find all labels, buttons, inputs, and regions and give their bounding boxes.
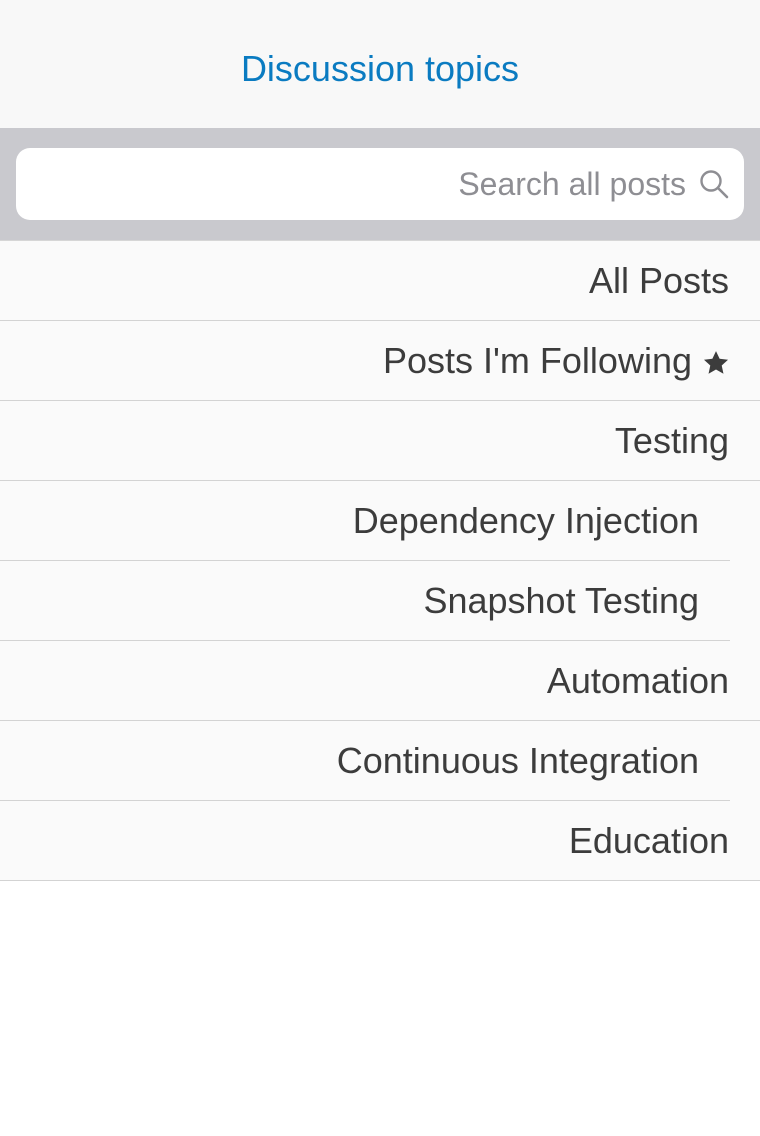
topic-label: All Posts xyxy=(588,260,729,301)
search-field[interactable] xyxy=(16,148,744,220)
search-bar xyxy=(0,128,760,240)
discussion-topics-screen: Discussion topics All Posts Posts I'm Fo… xyxy=(0,0,760,1136)
topic-label: Posts I'm Following xyxy=(383,340,692,381)
topic-list: All Posts Posts I'm Following Testing De… xyxy=(0,240,760,881)
topic-row-automation[interactable]: Automation xyxy=(0,641,760,721)
topic-label: Education xyxy=(568,820,729,861)
topic-row-continuous-integration[interactable]: Continuous Integration xyxy=(0,721,760,801)
topic-label: Dependency Injection xyxy=(352,500,699,541)
topic-row-testing[interactable]: Testing xyxy=(0,401,760,481)
navigation-bar: Discussion topics xyxy=(0,0,760,128)
topic-row-all-posts[interactable]: All Posts xyxy=(0,241,760,321)
topic-label: Automation xyxy=(546,660,729,701)
search-input[interactable] xyxy=(86,165,686,203)
topic-row-posts-following[interactable]: Posts I'm Following xyxy=(0,321,760,401)
topic-row-dependency-injection[interactable]: Dependency Injection xyxy=(0,481,760,561)
topic-label: Continuous Integration xyxy=(336,740,699,781)
topic-row-snapshot-testing[interactable]: Snapshot Testing xyxy=(0,561,760,641)
topic-row-education[interactable]: Education xyxy=(0,801,760,881)
page-title: Discussion topics xyxy=(240,48,520,89)
star-icon xyxy=(702,349,730,377)
search-icon xyxy=(698,168,730,200)
topic-label: Snapshot Testing xyxy=(423,580,699,621)
topic-label: Testing xyxy=(614,420,729,461)
